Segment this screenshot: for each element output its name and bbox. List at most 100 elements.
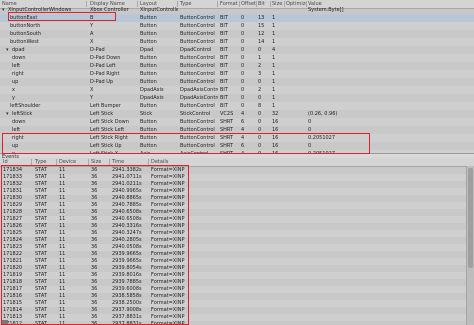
event-row[interactable]: 171831 STAT 11 36 2940.9965s Format=XINP — [0, 188, 474, 195]
event-size: 36 — [91, 258, 98, 264]
event-size: 36 — [91, 195, 98, 201]
event-id: 171821 — [3, 258, 23, 264]
control-row[interactable]: down D-Pad Down Button ButtonControl BIT 0 1 1 — [0, 54, 474, 62]
control-value: 0.2051027 — [308, 135, 336, 141]
event-row[interactable]: 171817 STAT 11 36 2939.6008s Format=XINP — [0, 286, 474, 293]
control-row[interactable]: up Left Stick Up Button ButtonControl SHRT 6 0… — [0, 142, 474, 150]
event-device: 11 — [59, 195, 66, 201]
control-row[interactable]: buttonSouth A Button ButtonControl BIT 0 12 1 — [0, 30, 474, 38]
event-row[interactable]: 171825 STAT 11 36 2940.3247s Format=XINP — [0, 230, 474, 237]
control-layout: Button — [140, 15, 157, 21]
control-size: 16 — [272, 135, 279, 141]
control-size: 4 — [272, 47, 276, 53]
control-row[interactable]: up D-Pad Up Button ButtonControl BIT 0 0 1 — [0, 78, 474, 86]
event-type: STAT — [35, 244, 47, 250]
event-type: STAT — [35, 314, 47, 320]
event-id: 171827 — [3, 216, 23, 222]
control-row[interactable]: buttonNorth Y Button ButtonControl BIT 0 15 1 — [0, 22, 474, 30]
events-col-details[interactable]: Details — [151, 158, 211, 166]
event-type: STAT — [35, 286, 47, 292]
control-row[interactable]: down Left Stick Down Button ButtonControl SH… — [0, 118, 474, 126]
control-offset: 6 — [241, 119, 245, 125]
control-row[interactable]: right Left Stick Right Button ButtonControl… — [0, 134, 474, 142]
control-offset: 4 — [241, 111, 245, 117]
control-offset: 0 — [241, 71, 245, 77]
events-scroll-thumb[interactable] — [468, 168, 473, 268]
events-col-size[interactable]: Size — [91, 158, 111, 166]
event-time: 2937.8831s — [112, 321, 142, 325]
event-row[interactable]: 171829 STAT 11 36 2940.7885s Format=XINP — [0, 202, 474, 209]
event-time: 2940.6508s — [112, 216, 142, 222]
events-scrollbar[interactable] — [466, 166, 474, 325]
control-row[interactable]: ▾ dpad D-Pad Dpad DpadControl BIT 0 0 4 — [0, 46, 474, 54]
event-time: 2939.6008s — [112, 286, 142, 292]
control-format: BIT — [220, 63, 228, 69]
event-row[interactable]: 171815 STAT 11 36 2938.2500s Format=XINP — [0, 300, 474, 307]
control-layout: Stick — [140, 111, 153, 117]
control-row[interactable]: left D-Pad Left Button ButtonControl BIT 0 2 1 — [0, 62, 474, 70]
control-name: buttonEast — [10, 15, 38, 21]
event-row[interactable]: 171814 STAT 11 36 2937.9008s Format=XINP — [0, 307, 474, 314]
event-type: STAT — [35, 307, 47, 313]
event-id: 171819 — [3, 272, 23, 278]
event-row[interactable]: 171820 STAT 11 36 2939.8054s Format=XINP — [0, 265, 474, 272]
device-row[interactable]: ▾ XInputControllerWindows Xbox Controller… — [0, 6, 474, 14]
event-row[interactable]: 171834 STAT 11 36 2941.3382s Format=XINP — [0, 167, 474, 174]
control-name: down — [12, 119, 26, 125]
event-row[interactable]: 171824 STAT 11 36 2940.2805s Format=XINP — [0, 237, 474, 244]
control-offset: 0 — [241, 87, 245, 93]
control-value: 0 — [308, 143, 312, 149]
event-row[interactable]: 171826 STAT 11 36 2940.3316s Format=XINP — [0, 223, 474, 230]
event-device: 11 — [59, 321, 66, 325]
control-display-name: D-Pad Up — [90, 79, 114, 85]
control-format: VC2S — [220, 111, 234, 117]
event-row[interactable]: 171818 STAT 11 36 2939.7885s Format=XINP — [0, 279, 474, 286]
event-row[interactable]: 171827 STAT 11 36 2940.6508s Format=XINP — [0, 216, 474, 223]
control-size: 1 — [272, 87, 276, 93]
event-device: 11 — [59, 216, 66, 222]
events-col-time[interactable]: Time — [112, 158, 148, 166]
control-layout: Button — [140, 119, 157, 125]
control-bit: 0 — [258, 119, 262, 125]
event-row[interactable]: 171822 STAT 11 36 2939.9665s Format=XINP — [0, 251, 474, 258]
event-id: 171833 — [3, 174, 23, 180]
control-format: BIT — [220, 87, 228, 93]
event-type: STAT — [35, 223, 47, 229]
control-layout: DpadAxis — [140, 87, 164, 93]
event-row[interactable]: 171816 STAT 11 36 2938.5858s Format=XINP — [0, 293, 474, 300]
control-name: up — [12, 143, 19, 149]
event-row[interactable]: 171813 STAT 11 36 2937.8831s Format=XINP — [0, 314, 474, 321]
control-name: buttonSouth — [10, 31, 42, 37]
event-row[interactable]: 171833 STAT 11 36 2941.0711s Format=XINP — [0, 174, 474, 181]
event-size: 36 — [91, 272, 98, 278]
event-row[interactable]: 171830 STAT 11 36 2940.8865s Format=XINP — [0, 195, 474, 202]
control-row[interactable]: x X DpadAxis DpadAxisControl BIT 0 2 1 — [0, 86, 474, 94]
resize-grip-icon[interactable] — [2, 320, 8, 325]
event-row[interactable]: 171828 STAT 11 36 2940.6508s Format=XINP — [0, 209, 474, 216]
event-row[interactable]: 171819 STAT 11 36 2939.8016s Format=XINP — [0, 272, 474, 279]
control-row[interactable]: y Y DpadAxis DpadAxisControl BIT 0 0 1 — [0, 94, 474, 102]
control-layout: Button — [140, 71, 157, 77]
control-offset: 0 — [241, 47, 245, 53]
control-display-name: Left Stick Left — [90, 127, 125, 133]
event-id: 171828 — [3, 209, 23, 215]
event-device: 11 — [59, 272, 66, 278]
event-row[interactable]: 171823 STAT 11 36 2940.0508s Format=XINP — [0, 244, 474, 251]
event-details: Format=XINP — [151, 293, 185, 299]
event-row[interactable]: 171832 STAT 11 36 2941.0211s Format=XINP — [0, 181, 474, 188]
control-row[interactable]: right D-Pad Right Button ButtonControl BIT 0 3… — [0, 70, 474, 78]
control-row[interactable]: left Left Stick Left Button ButtonControl SH… — [0, 126, 474, 134]
control-offset: 4 — [241, 127, 245, 133]
events-col-id[interactable]: Id — [3, 158, 31, 166]
control-type: StickControl — [180, 111, 211, 117]
control-row[interactable]: leftShoulder Left Bumper Button ButtonContr… — [0, 102, 474, 110]
event-row[interactable]: 171812 STAT 11 36 2937.8831s Format=XINP — [0, 321, 474, 325]
control-bit: 3 — [258, 71, 262, 77]
control-row[interactable]: ▾ leftStick Left Stick Stick StickControl VC2… — [0, 110, 474, 118]
event-row[interactable]: 171821 STAT 11 36 2939.9665s Format=XINP — [0, 258, 474, 265]
control-row[interactable]: buttonEast B Button ButtonControl BIT 0 13 1 — [0, 14, 474, 22]
control-type: DpadControl — [180, 47, 212, 53]
events-col-device[interactable]: Device — [59, 158, 87, 166]
event-device: 11 — [59, 251, 66, 257]
control-row[interactable]: buttonWest X Button ButtonControl BIT 0 14 1 — [0, 38, 474, 46]
